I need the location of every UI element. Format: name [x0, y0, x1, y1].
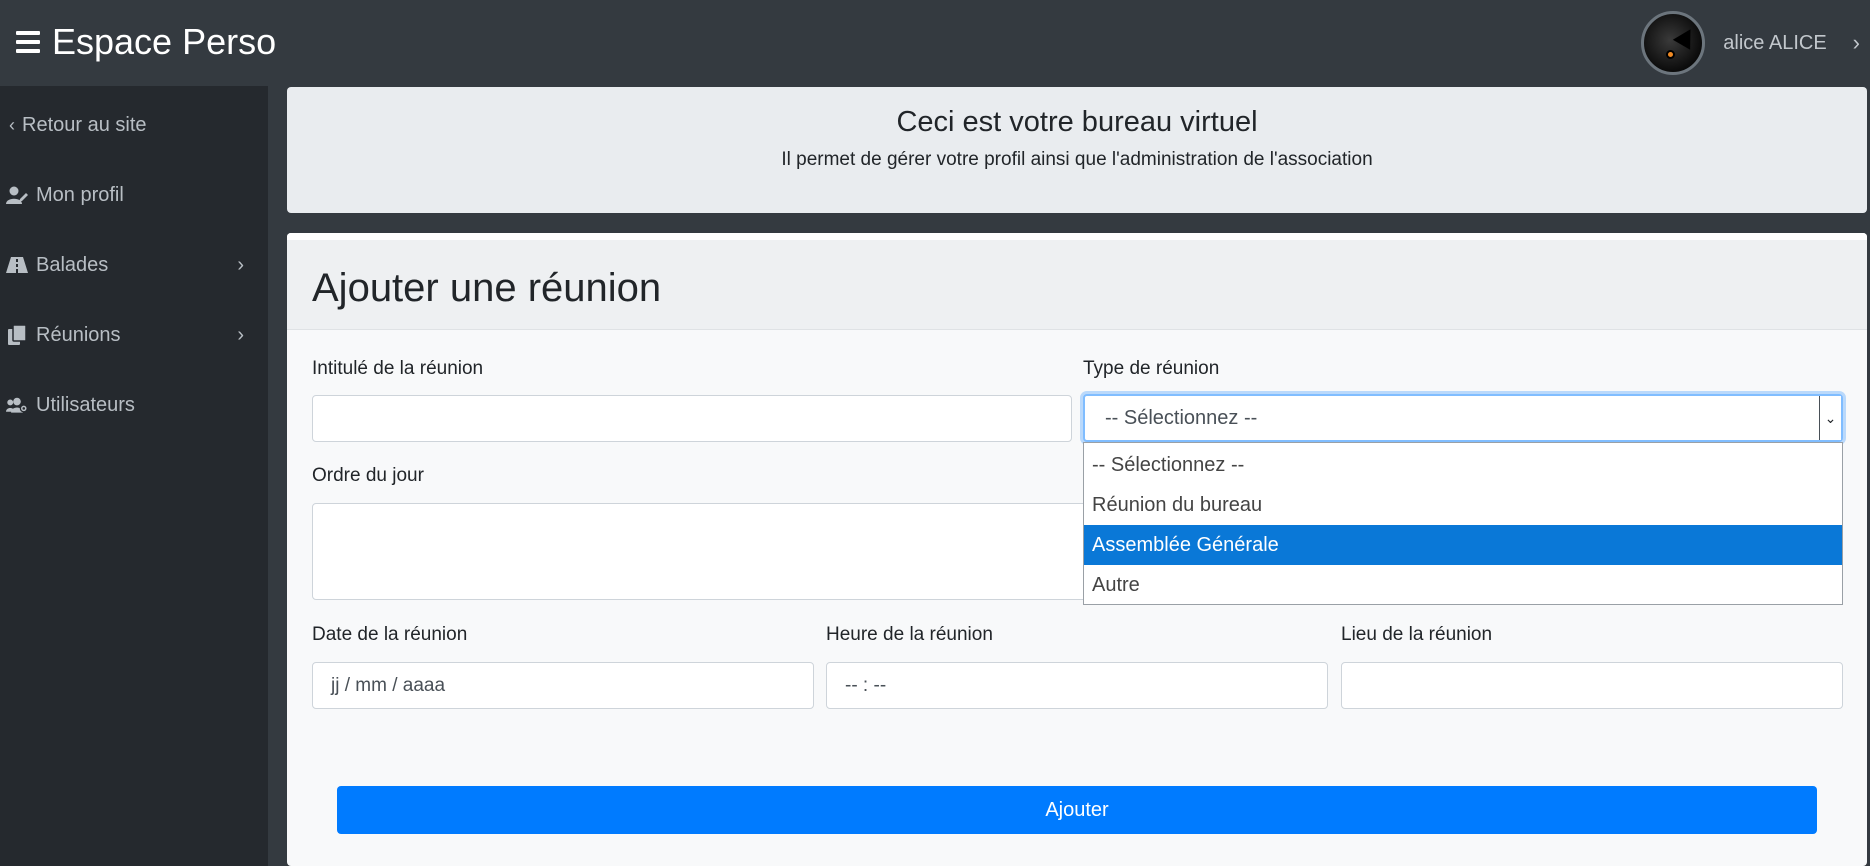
type-label: Type de réunion	[1083, 358, 1220, 379]
type-option[interactable]: -- Sélectionnez --	[1084, 445, 1842, 485]
type-select-value: -- Sélectionnez --	[1105, 406, 1258, 429]
date-label: Date de la réunion	[312, 624, 468, 645]
sidebar-item-retour[interactable]: ‹ Retour au site	[6, 107, 250, 143]
sidebar-item-label: Balades	[36, 253, 109, 276]
card-header: Ajouter une réunion	[287, 233, 1867, 330]
users-cog-icon	[6, 395, 28, 415]
top-navbar: Espace Perso alice ALICE ›	[0, 0, 1870, 86]
type-select[interactable]: -- Sélectionnez -- ⌄	[1083, 394, 1843, 442]
brand: Espace Perso	[16, 18, 276, 66]
type-dropdown-list: -- Sélectionnez -- Réunion du bureau Ass…	[1083, 442, 1843, 605]
username[interactable]: alice ALICE	[1723, 32, 1826, 55]
chevron-right-icon: ›	[237, 253, 244, 276]
form-title: Ajouter une réunion	[312, 266, 662, 310]
chevron-left-icon: ‹	[9, 114, 15, 135]
chevron-right-icon: ›	[237, 323, 244, 346]
type-option[interactable]: Réunion du bureau	[1084, 485, 1842, 525]
intitule-input[interactable]	[312, 395, 1072, 442]
chevron-right-icon[interactable]: ›	[1853, 30, 1860, 56]
submit-button[interactable]: Ajouter	[337, 786, 1817, 834]
road-icon	[6, 255, 28, 275]
menu-toggle-icon[interactable]	[16, 31, 40, 53]
chevron-down-icon[interactable]: ⌄	[1819, 396, 1841, 440]
brand-title[interactable]: Espace Perso	[52, 21, 276, 63]
add-meeting-card: Ajouter une réunion Intitulé de la réuni…	[287, 233, 1867, 866]
sidebar-item-profil[interactable]: Mon profil	[6, 177, 250, 213]
sidebar-item-utilisateurs[interactable]: Utilisateurs	[6, 387, 250, 423]
intitule-label: Intitulé de la réunion	[312, 358, 484, 379]
heure-input[interactable]: -- : --	[826, 662, 1328, 709]
sidebar-item-label: Retour au site	[22, 113, 147, 136]
type-option[interactable]: Autre	[1084, 565, 1842, 605]
avatar[interactable]	[1641, 11, 1706, 75]
sidebar-item-label: Mon profil	[36, 183, 124, 206]
sidebar-item-label: Utilisateurs	[36, 393, 135, 416]
jumbotron: Ceci est votre bureau virtuel Il permet …	[287, 87, 1867, 213]
main-content: Ceci est votre bureau virtuel Il permet …	[268, 86, 1870, 866]
sidebar-item-label: Réunions	[36, 323, 121, 346]
user-edit-icon	[6, 185, 28, 205]
sidebar-item-balades[interactable]: Balades ›	[6, 247, 250, 283]
type-option-highlighted[interactable]: Assemblée Générale	[1084, 525, 1842, 565]
sidebar-item-reunions[interactable]: Réunions ›	[6, 317, 250, 353]
date-input[interactable]: jj / mm / aaaa	[312, 662, 814, 709]
jumbotron-title: Ceci est votre bureau virtuel	[896, 106, 1258, 138]
heure-label: Heure de la réunion	[826, 624, 993, 645]
copy-icon	[6, 325, 28, 345]
sidebar: ‹ Retour au site Mon profil Balades › Ré…	[0, 86, 268, 866]
ordre-label: Ordre du jour	[312, 465, 424, 486]
lieu-label: Lieu de la réunion	[1341, 624, 1493, 645]
user-menu[interactable]: alice ALICE ›	[1641, 10, 1870, 76]
lieu-input[interactable]	[1341, 662, 1843, 709]
jumbotron-subtitle: Il permet de gérer votre profil ainsi qu…	[781, 149, 1373, 170]
